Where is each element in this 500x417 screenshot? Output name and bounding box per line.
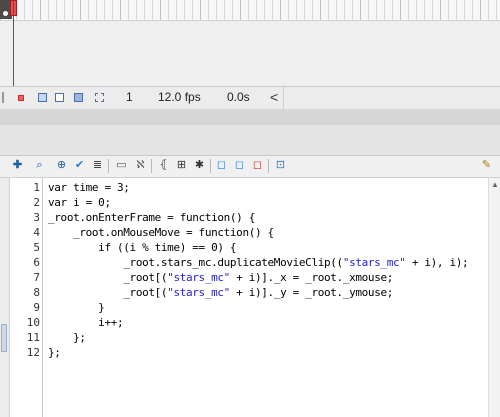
panel-divider — [0, 109, 500, 125]
add-statement-icon[interactable]: ✚ — [10, 158, 25, 173]
timeline-panel: 1 12.0 fps 0.0s < — [0, 0, 500, 110]
edit-multiple-frames-icon[interactable] — [74, 93, 83, 102]
modify-onion-markers-icon[interactable] — [95, 93, 104, 102]
find-icon[interactable]: ⌕ — [32, 158, 47, 173]
remove-comment-icon[interactable]: ◻ — [250, 158, 265, 173]
show-hide-toolbox-icon[interactable]: ⊡ — [273, 158, 288, 173]
code-line[interactable]: var i = 0; — [48, 195, 111, 210]
code-line[interactable]: i++; — [48, 315, 123, 330]
debug-options-icon[interactable]: ℵ — [133, 158, 148, 173]
elapsed-time: 0.0s — [227, 90, 250, 104]
frame-ruler[interactable] — [0, 0, 500, 21]
onion-skin-icon[interactable] — [38, 93, 47, 102]
frame-rate[interactable]: 12.0 fps — [158, 90, 201, 104]
line-number: 3 — [33, 211, 40, 224]
line-number: 6 — [33, 256, 40, 269]
check-syntax-icon[interactable]: ✔ — [72, 158, 87, 173]
code-hint-icon[interactable]: ▭ — [114, 158, 129, 173]
line-number-gutter: 1 2 3 4 5 6 7 8 9 10 11 12 — [10, 178, 43, 417]
code-line[interactable]: }; — [48, 330, 86, 345]
line-number: 5 — [33, 241, 40, 254]
code-line[interactable]: } — [48, 300, 105, 315]
line-number: 10 — [26, 316, 40, 329]
actions-toolbar: ✚ ⌕ ⊕ ✔ ≣ ▭ ℵ ⦃ ⊞ ✱ ◻ ◻ ◻ ⊡ ✎ — [0, 156, 500, 178]
line-number: 4 — [33, 226, 40, 239]
playhead-line[interactable] — [13, 0, 14, 86]
editor-left-strip — [0, 178, 10, 417]
timeline-scroll-left-icon[interactable]: < — [270, 89, 278, 105]
frame-ticks — [0, 0, 500, 20]
script-assist-icon[interactable]: ✎ — [479, 158, 494, 173]
apply-line-comment-icon[interactable]: ◻ — [232, 158, 247, 173]
code-line[interactable]: _root.onMouseMove = function() { — [48, 225, 274, 240]
divider — [283, 87, 284, 109]
code-line[interactable]: _root[("stars_mc" + i)]._y = _root._ymou… — [48, 285, 393, 300]
current-frame: 1 — [126, 90, 133, 104]
vertical-scrollbar[interactable]: ▲ — [488, 178, 500, 417]
line-number: 1 — [33, 181, 40, 194]
grip-icon — [2, 92, 4, 103]
divider — [151, 159, 152, 173]
script-pin-marker[interactable] — [1, 324, 7, 352]
auto-format-icon[interactable]: ≣ — [90, 158, 105, 173]
divider — [210, 159, 211, 173]
script-editor[interactable]: 1 2 3 4 5 6 7 8 9 10 11 12 var time = 3;… — [0, 178, 500, 417]
divider — [268, 159, 269, 173]
code-line[interactable]: }; — [48, 345, 61, 360]
code-line[interactable]: if ((i % time) == 0) { — [48, 240, 236, 255]
line-number: 12 — [26, 346, 40, 359]
expand-all-icon[interactable]: ✱ — [192, 158, 207, 173]
panel-header-area — [0, 125, 500, 156]
line-number: 2 — [33, 196, 40, 209]
scroll-up-arrow-icon[interactable]: ▲ — [491, 180, 499, 189]
onion-skin-outlines-icon[interactable] — [55, 93, 64, 102]
line-number: 7 — [33, 271, 40, 284]
code-line[interactable]: _root[("stars_mc" + i)]._x = _root._xmou… — [48, 270, 393, 285]
line-number: 9 — [33, 301, 40, 314]
code-line[interactable]: _root.onEnterFrame = function() { — [48, 210, 255, 225]
target-icon[interactable]: ⊕ — [54, 158, 69, 173]
divider — [108, 159, 109, 173]
collapse-braces-icon[interactable]: ⦃ — [156, 158, 171, 173]
code-line[interactable]: var time = 3; — [48, 180, 130, 195]
line-number: 11 — [26, 331, 40, 344]
center-frame-icon[interactable] — [18, 95, 24, 101]
code-line[interactable]: _root.stars_mc.duplicateMovieClip(("star… — [48, 255, 468, 270]
line-number: 8 — [33, 286, 40, 299]
timeline-status-bar: 1 12.0 fps 0.0s < — [0, 86, 500, 110]
apply-block-comment-icon[interactable]: ◻ — [214, 158, 229, 173]
collapse-selection-icon[interactable]: ⊞ — [174, 158, 189, 173]
